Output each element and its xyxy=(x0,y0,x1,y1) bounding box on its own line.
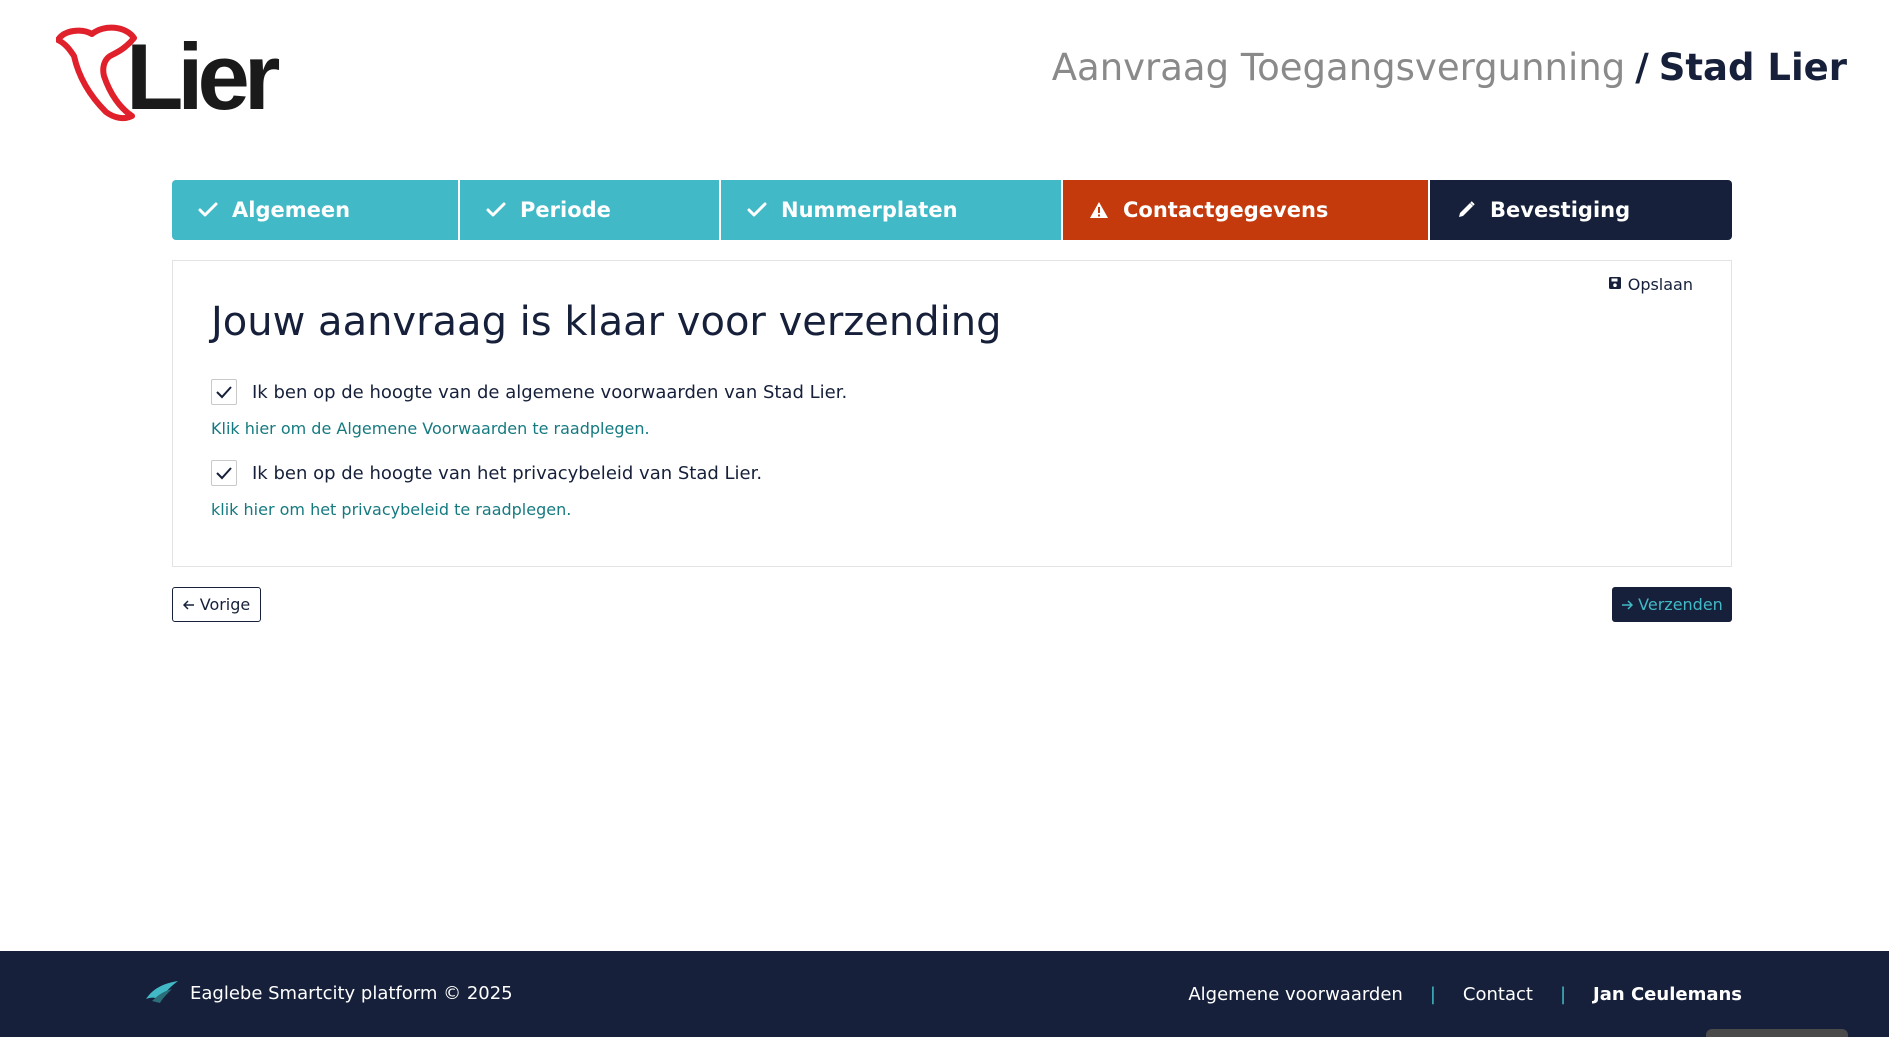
footer: Eaglebe Smartcity platform © 2025 Algeme… xyxy=(0,951,1889,1037)
check-icon xyxy=(484,198,508,222)
page-title-city: Stad Lier xyxy=(1658,46,1847,89)
logo-text: Lier xyxy=(126,24,280,129)
step-nummerplaten[interactable]: Nummerplaten xyxy=(721,180,1063,240)
progress-steps: Algemeen Periode Nummerplaten Contactgeg… xyxy=(172,180,1732,240)
footer-user-name[interactable]: Jan Ceulemans xyxy=(1593,984,1742,1005)
footer-link-contact[interactable]: Contact xyxy=(1463,984,1533,1005)
privacy-link[interactable]: klik hier om het privacybeleid te raadpl… xyxy=(211,500,571,519)
submit-button[interactable]: Verzenden xyxy=(1612,587,1732,622)
save-button[interactable]: Opslaan xyxy=(1608,275,1693,294)
floating-tab[interactable] xyxy=(1706,1029,1848,1037)
step-periode[interactable]: Periode xyxy=(460,180,721,240)
terms-checkbox[interactable] xyxy=(211,379,237,405)
submit-button-label: Verzenden xyxy=(1638,595,1723,614)
card-title: Jouw aanvraag is klaar voor verzending xyxy=(211,299,1002,345)
floppy-disk-icon xyxy=(1608,275,1622,294)
terms-link[interactable]: Klik hier om de Algemene Voorwaarden te … xyxy=(211,419,650,438)
eaglebe-logo-icon xyxy=(144,977,180,1010)
step-label: Bevestiging xyxy=(1490,198,1631,222)
check-icon xyxy=(196,198,220,222)
footer-separator: | xyxy=(1429,984,1436,1005)
privacy-checkbox-label: Ik ben op de hoogte van het privacybelei… xyxy=(252,462,763,484)
step-label: Contactgegevens xyxy=(1123,198,1329,222)
step-label: Algemeen xyxy=(232,198,351,222)
checkmark-icon xyxy=(216,386,232,399)
previous-button[interactable]: Vorige xyxy=(172,587,261,622)
stad-lier-logo[interactable]: Lier xyxy=(56,24,280,124)
step-label: Periode xyxy=(520,198,611,222)
step-label: Nummerplaten xyxy=(781,198,958,222)
footer-brand-text: Eaglebe Smartcity platform © 2025 xyxy=(190,983,513,1004)
page-title: Aanvraag Toegangsvergunning / Stad Lier xyxy=(1052,46,1847,90)
privacy-checkbox[interactable] xyxy=(211,460,237,486)
confirmation-card: Opslaan Jouw aanvraag is klaar voor verz… xyxy=(172,260,1732,567)
footer-brand: Eaglebe Smartcity platform © 2025 xyxy=(144,977,513,1010)
step-bevestiging[interactable]: Bevestiging xyxy=(1430,180,1732,240)
footer-link-terms[interactable]: Algemene voorwaarden xyxy=(1188,984,1402,1005)
footer-separator: | xyxy=(1559,984,1567,1005)
check-icon xyxy=(745,198,769,222)
arrow-left-icon xyxy=(182,595,195,614)
terms-checkbox-row[interactable]: Ik ben op de hoogte van de algemene voor… xyxy=(211,379,847,405)
page-title-separator: / xyxy=(1635,46,1649,89)
warning-icon xyxy=(1087,198,1111,222)
step-algemeen[interactable]: Algemeen xyxy=(172,180,460,240)
page-title-app: Aanvraag Toegangsvergunning xyxy=(1051,46,1626,89)
arrow-right-icon xyxy=(1621,595,1634,614)
step-contactgegevens[interactable]: Contactgegevens xyxy=(1063,180,1430,240)
previous-button-label: Vorige xyxy=(199,595,251,614)
pencil-icon xyxy=(1454,198,1478,222)
save-button-label: Opslaan xyxy=(1627,275,1693,294)
checkmark-icon xyxy=(216,467,232,480)
footer-links: Algemene voorwaarden | Contact | Jan Ceu… xyxy=(1188,984,1742,1005)
privacy-checkbox-row[interactable]: Ik ben op de hoogte van het privacybelei… xyxy=(211,460,762,486)
terms-checkbox-label: Ik ben op de hoogte van de algemene voor… xyxy=(252,381,848,403)
